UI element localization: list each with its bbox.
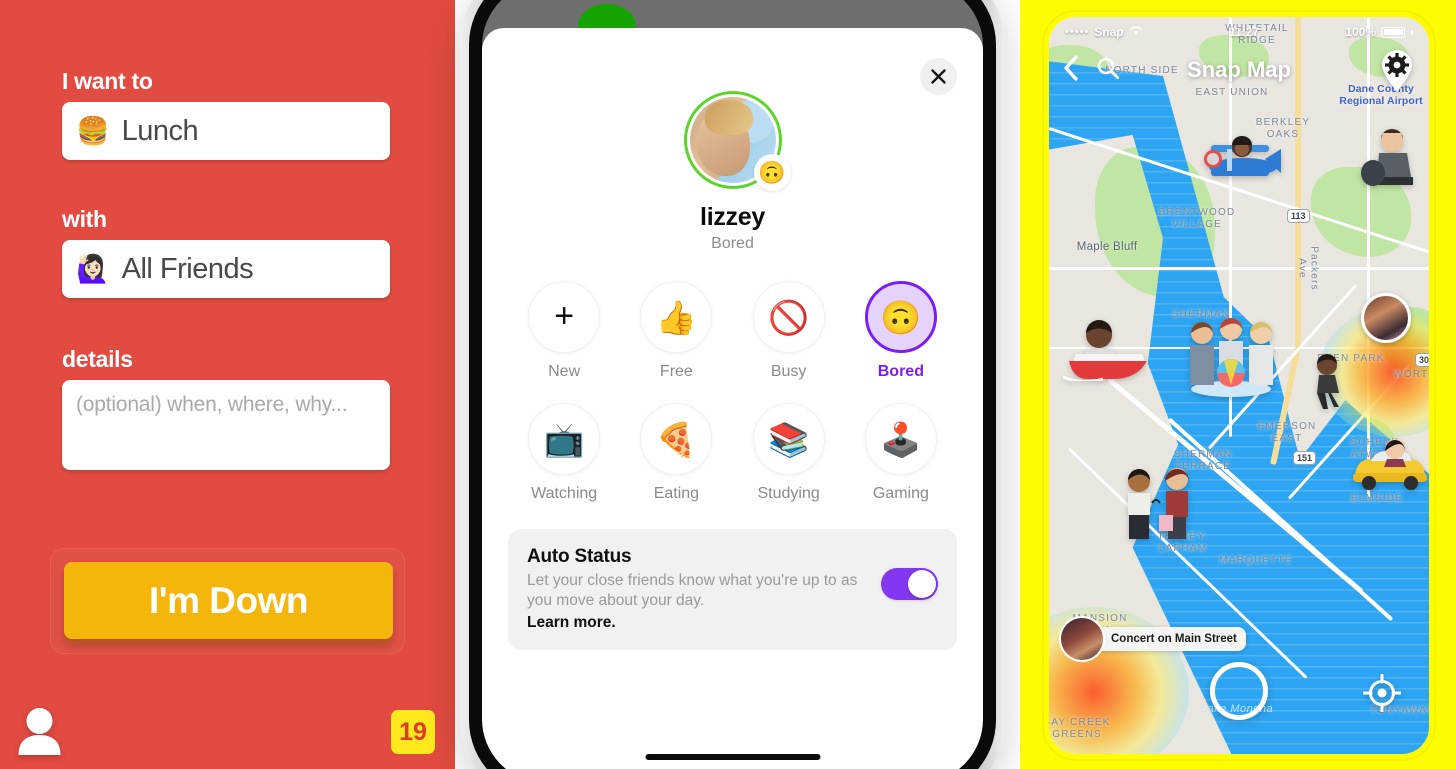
route-shield: 113	[1287, 209, 1310, 223]
status-label-busy: Busy	[770, 363, 807, 380]
friend-story-ring[interactable]	[1361, 293, 1411, 343]
friends-count-badge[interactable]: 19	[391, 710, 435, 754]
map-canvas[interactable]: WHITETAIL RIDGE NORTH SIDE EAST UNION BE…	[1049, 17, 1429, 754]
raising-hand-icon: 🙋🏻‍♀️	[76, 253, 110, 284]
wifi-icon	[1129, 25, 1143, 39]
status-badge: 🙃	[753, 154, 791, 191]
chevron-left-icon[interactable]	[1063, 54, 1079, 86]
phone-panel: 🙃 lizzey Bored + New 👍 Free 🚫 Busy 🙃 Bor…	[455, 0, 1020, 769]
auto-status-title: Auto Status	[527, 546, 632, 567]
phone-bezel: 🙃 lizzey Bored + New 👍 Free 🚫 Busy 🙃 Bor…	[469, 0, 996, 769]
activity-value: Lunch	[121, 114, 199, 147]
plus-icon: +	[528, 281, 601, 353]
map-top-bar: Snap Map	[1049, 47, 1429, 93]
status-bar-right: 100%	[1345, 25, 1413, 39]
audience-select[interactable]: 🙋🏻‍♀️ All Friends	[62, 240, 390, 298]
status-option-free[interactable]: 👍 Free	[640, 281, 713, 381]
battery-percent-label: 100%	[1345, 25, 1376, 39]
audience-value: All Friends	[121, 252, 254, 285]
profile-icon[interactable]	[17, 707, 62, 755]
status-option-eating[interactable]: 🍕 Eating	[640, 403, 713, 503]
status-option-gaming[interactable]: 🕹️ Gaming	[864, 403, 937, 503]
status-label-gaming: Gaming	[872, 485, 929, 502]
iphone-frame: 🙃 lizzey Bored + New 👍 Free 🚫 Busy 🙃 Bor…	[460, 0, 1005, 769]
status-bar-left: ••••• Snap	[1065, 25, 1143, 39]
gear-pin-icon[interactable]	[1379, 49, 1415, 93]
screenshot-root: I want to 🍔 Lunch with 🙋🏻‍♀️ All Friends…	[0, 0, 1456, 769]
signal-dots-icon: •••••	[1065, 26, 1090, 38]
status-label-new: New	[548, 363, 581, 380]
activity-select[interactable]: 🍔 Lunch	[62, 102, 390, 160]
field-label-want-to: I want to	[62, 68, 153, 94]
status-option-new[interactable]: + New	[528, 281, 601, 381]
sitting-bitmoji[interactable]	[1359, 127, 1419, 189]
status-label-bored: Bored	[877, 363, 924, 380]
profile-block: 🙃 lizzey Bored	[508, 91, 957, 253]
field-label-details: details	[62, 346, 133, 372]
concert-story-card[interactable]: Concert on Main Street	[1059, 616, 1246, 662]
books-icon: 📚	[752, 403, 825, 475]
status-label-watching: Watching	[531, 485, 598, 502]
home-indicator	[645, 754, 820, 760]
status-option-studying[interactable]: 📚 Studying	[752, 403, 825, 503]
im-down-button[interactable]: I'm Down	[64, 562, 393, 639]
auto-status-toggle[interactable]	[881, 568, 938, 600]
route-shield: 151	[1293, 451, 1317, 465]
carrier-label: Snap	[1094, 25, 1124, 39]
snap-map-frame: WHITETAIL RIDGE NORTH SIDE EAST UNION BE…	[1044, 12, 1434, 759]
couple-bitmoji[interactable]	[1119, 465, 1203, 541]
avatar[interactable]: 🙃	[683, 91, 791, 191]
upside-down-face-icon: 🙃	[864, 281, 937, 353]
down-to-lunch-app: I want to 🍔 Lunch with 🙋🏻‍♀️ All Friends…	[0, 0, 455, 769]
status-bar: ••••• Snap 11:27 100%	[1049, 17, 1429, 47]
walking-bitmoji[interactable]	[1305, 353, 1349, 411]
details-placeholder: (optional) when, where, why...	[76, 393, 348, 416]
status-label-free: Free	[659, 363, 693, 380]
prohibited-icon: 🚫	[752, 281, 825, 353]
status-option-busy[interactable]: 🚫 Busy	[752, 281, 825, 381]
status-sheet: 🙃 lizzey Bored + New 👍 Free 🚫 Busy 🙃 Bor…	[482, 28, 983, 769]
profile-status-text: Bored	[711, 235, 754, 252]
field-label-with: with	[62, 206, 107, 232]
details-input[interactable]: (optional) when, where, why...	[62, 380, 390, 470]
pizza-icon: 🍕	[640, 403, 713, 475]
concert-label: Concert on Main Street	[1093, 626, 1246, 652]
biplane-bitmoji[interactable]	[1199, 129, 1285, 189]
profile-name: lizzey	[700, 203, 765, 231]
battery-nub-icon	[1411, 29, 1413, 35]
route-shield: 30	[1415, 353, 1429, 367]
status-option-watching[interactable]: 📺 Watching	[528, 403, 601, 503]
hamburger-icon: 🍔	[76, 115, 110, 146]
car-bitmoji[interactable]	[1349, 435, 1429, 493]
television-icon: 📺	[528, 403, 601, 475]
concert-thumbnail	[1059, 616, 1105, 662]
map-label: BAY CREEK GREENS	[1049, 717, 1111, 740]
phone-screen: 🙃 lizzey Bored + New 👍 Free 🚫 Busy 🙃 Bor…	[482, 0, 983, 769]
status-options-grid: + New 👍 Free 🚫 Busy 🙃 Bored 📺 Watching 🍕…	[508, 281, 957, 503]
capture-button[interactable]	[1210, 662, 1268, 720]
field-details: details (optional) when, where, why...	[62, 346, 390, 470]
speedboat-bitmoji[interactable]	[1063, 317, 1163, 381]
map-title: Snap Map	[1187, 57, 1291, 82]
status-label-eating: Eating	[653, 485, 700, 502]
toggle-knob	[908, 570, 936, 598]
status-option-bored[interactable]: 🙃 Bored	[864, 281, 937, 381]
field-with: with 🙋🏻‍♀️ All Friends	[62, 206, 390, 298]
battery-icon	[1381, 26, 1405, 38]
snap-map-panel: WHITETAIL RIDGE NORTH SIDE EAST UNION BE…	[1020, 0, 1456, 769]
thumbs-up-icon: 👍	[640, 281, 713, 353]
primary-action-area: I'm Down	[50, 548, 405, 654]
clock-label: 11:27	[1228, 25, 1259, 39]
auto-status-description: Let your close friends know what you're …	[527, 572, 858, 610]
field-want-to: I want to 🍔 Lunch	[62, 68, 390, 160]
search-icon[interactable]	[1097, 57, 1120, 84]
group-bitmoji[interactable]	[1177, 317, 1285, 397]
learn-more-link[interactable]: Learn more.	[527, 614, 871, 632]
close-icon[interactable]	[920, 58, 957, 95]
status-label-studying: Studying	[757, 485, 820, 502]
locate-icon[interactable]	[1363, 674, 1401, 712]
auto-status-card: Auto Status Let your close friends know …	[508, 529, 957, 650]
auto-status-text: Auto Status Let your close friends know …	[527, 546, 871, 632]
joystick-icon: 🕹️	[864, 403, 937, 475]
